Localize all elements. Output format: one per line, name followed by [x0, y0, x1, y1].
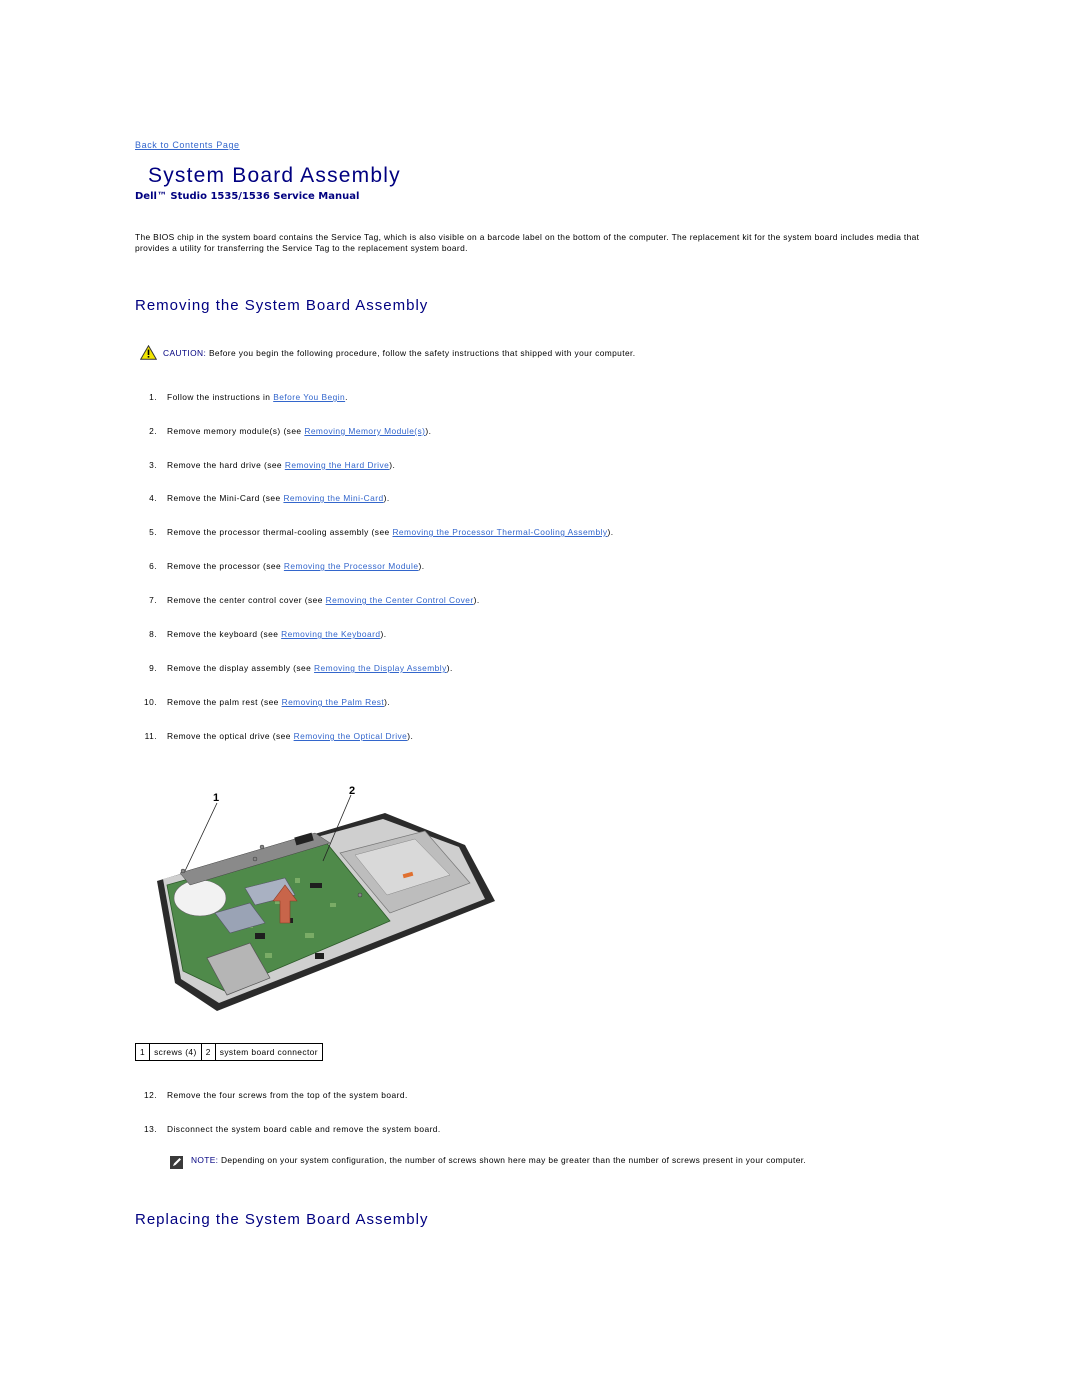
legend-num: 1: [134, 1043, 151, 1061]
legend-label: screws (4): [149, 1043, 202, 1061]
manual-title: Dell™ Studio 1535/1536 Service Manual: [135, 191, 360, 202]
step-link[interactable]: Removing Memory Module(s): [304, 426, 425, 436]
step-item: 9. Remove the display assembly (see Remov…: [149, 663, 453, 673]
note-pencil-icon: [170, 1156, 183, 1169]
step-link[interactable]: Removing the Mini-Card: [283, 493, 383, 503]
step-item: 4. Remove the Mini-Card (see Removing the…: [149, 493, 390, 503]
step-link[interactable]: Removing the Center Control Cover: [326, 595, 474, 605]
replacing-section-heading: Replacing the System Board Assembly: [135, 1211, 429, 1228]
step-item: 12. Remove the four screws from the top o…: [144, 1090, 408, 1100]
callout-label-2: 2: [349, 785, 355, 797]
step-link[interactable]: Removing the Processor Thermal-Cooling A…: [392, 527, 607, 537]
intro-paragraph: The BIOS chip in the system board contai…: [135, 232, 920, 253]
step-link[interactable]: Removing the Keyboard: [281, 629, 380, 639]
step-item: 8. Remove the keyboard (see Removing the …: [149, 629, 387, 639]
callout-label-1: 1: [213, 792, 219, 804]
step-link[interactable]: Removing the Display Assembly: [314, 663, 447, 673]
note-text: Depending on your system configuration, …: [218, 1155, 807, 1165]
step-item: 5. Remove the processor thermal-cooling a…: [149, 527, 614, 537]
step-link[interactable]: Before You Begin: [273, 392, 345, 402]
back-to-contents-link[interactable]: Back to Contents Page: [135, 140, 240, 150]
page-title: System Board Assembly: [148, 164, 401, 187]
step-item: 10. Remove the palm rest (see Removing th…: [144, 697, 391, 707]
step-link[interactable]: Removing the Optical Drive: [294, 731, 408, 741]
callout-line-1: [184, 802, 218, 872]
step-item: 13. Disconnect the system board cable and…: [144, 1124, 441, 1134]
step-link[interactable]: Removing the Palm Rest: [282, 697, 385, 707]
document-page: Back to Contents Page System Board Assem…: [0, 0, 1080, 1397]
caution-label: CAUTION:: [163, 347, 207, 358]
step-link[interactable]: Removing the Hard Drive: [285, 460, 389, 470]
step-item: 6. Remove the processor (see Removing the…: [149, 561, 425, 571]
removing-section-heading: Removing the System Board Assembly: [135, 297, 429, 314]
step-item: 11. Remove the optical drive (see Removin…: [144, 731, 414, 741]
note-notice: NOTE: Depending on your system configura…: [170, 1155, 930, 1169]
warning-triangle-icon: [140, 345, 157, 360]
caution-text: Before you begin the following procedure…: [206, 347, 636, 358]
step-link[interactable]: Removing the Processor Module: [284, 561, 419, 571]
step-item: 3. Remove the hard drive (see Removing th…: [149, 460, 396, 470]
system-board-figure: 1 2: [157, 785, 495, 1011]
note-label: NOTE:: [191, 1155, 219, 1165]
step-item: 2. Remove memory module(s) (see Removing …: [149, 426, 432, 436]
caution-notice: CAUTION: Before you begin the following …: [140, 345, 635, 360]
step-item: 7. Remove the center control cover (see R…: [149, 595, 480, 605]
step-item: 1. Follow the instructions in Before You …: [149, 392, 348, 402]
legend-num: 2: [200, 1043, 216, 1061]
figure-legend-table: 1 screws (4) 2 system board connector: [134, 1043, 323, 1061]
legend-label: system board connector: [214, 1043, 323, 1061]
